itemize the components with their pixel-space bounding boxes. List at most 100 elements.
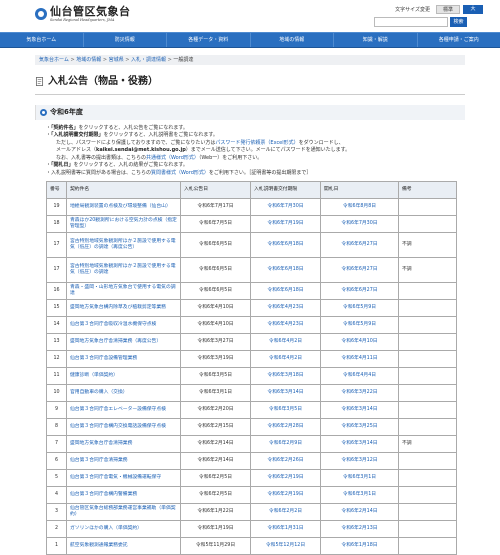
contract-name-link[interactable]: 仙台第３合同庁舎設備管理業務	[70, 356, 137, 361]
search-input[interactable]	[374, 17, 448, 27]
breadcrumb-local[interactable]: 地域の情報	[76, 57, 101, 63]
table-row: 19 地絵局観測装置の点検及び環境整備（仙台山） 令和6年7月17日 令和6年7月30…	[47, 199, 457, 216]
nav-item-local[interactable]: 地域の情報	[251, 33, 335, 47]
nav-item-knowledge[interactable]: 知識・解説	[334, 33, 418, 47]
deadline-link[interactable]: 令和6年2月9日	[269, 441, 302, 446]
contract-name-link[interactable]: 航空気象観測通報業務委託	[70, 543, 128, 548]
deadline-link[interactable]: 令和6年4月2日	[269, 356, 302, 361]
contract-name-link[interactable]: 仙台管区気象台総務部業務運営事業補助（単価契約）	[70, 506, 176, 517]
contract-name-link[interactable]: 盛岡地方気象台庁舎清掃業務（再度公告）	[70, 339, 161, 344]
announcement-date: 令和6年2月5日	[199, 492, 232, 497]
opening-date-link[interactable]: 令和6年6月27日	[341, 242, 377, 247]
nav-item-home[interactable]: 気象台ホーム	[0, 33, 84, 47]
table-header-row: 番号 契約件名 入札公告日 入札説明書交付期限 開札日 備考	[47, 182, 457, 199]
contract-name-link[interactable]: 仙台第３合同庁舎清掃業務	[70, 458, 128, 463]
font-size-large-button[interactable]: 大	[463, 5, 483, 14]
opening-date-link[interactable]: 令和6年3月25日	[341, 424, 377, 429]
deadline-link[interactable]: 令和6年1月31日	[267, 526, 303, 531]
email-address[interactable]: kaikei.sendai@met.kishou.go.jp	[96, 147, 186, 153]
table-row: 3仙台管区気象台総務部業務運営事業補助（単価契約）令和6年1月22日令和6年2月…	[47, 504, 457, 521]
instructions: ・「契約件名」をクリックすると、入札公告をご覧になれます。 ・「入札説明書交付期…	[46, 125, 460, 178]
deadline-link[interactable]: 令和6年4月2日	[269, 339, 302, 344]
table-row: 15盛岡地方気象台構内除草及び植栽剪定等業務令和6年4月10日令和6年4月23日…	[47, 300, 457, 317]
contract-name-link[interactable]: 青森・盛岡・山形地方気象台で使用する電気の調達	[70, 285, 176, 296]
deadline-link[interactable]: 令和6年2月19日	[267, 475, 303, 480]
deadline-link[interactable]: 令和6年4月23日	[267, 322, 303, 327]
opening-date-link[interactable]: 令和6年3月22日	[341, 390, 377, 395]
table-row: 5仙台第３合同庁舎電気・機械設備運転保守令和6年2月5日令和6年2月19日令和6…	[47, 470, 457, 487]
common-form-link[interactable]: 共通様式（Word形式）	[146, 155, 199, 161]
contract-name-link[interactable]: 仙台第３合同庁舎構内警備業務	[70, 492, 137, 497]
contract-name-link[interactable]: 青森ほか20観測所における空気力計の点検（指定管理型）	[70, 218, 177, 229]
deadline-link[interactable]: 令和6年3月5日	[269, 407, 302, 412]
deadline-link[interactable]: 令和6年7月30日	[267, 204, 303, 209]
contract-name-link[interactable]: 仙台第３合同庁舎構内交換電話設備保守点検	[70, 424, 166, 429]
row-number: 5	[55, 475, 58, 480]
nav-item-data[interactable]: 各種データ・資料	[167, 33, 251, 47]
table-row: 7盛岡地方気象台庁舎清掃業務令和6年2月14日令和6年2月9日令和6年3月14日…	[47, 436, 457, 453]
breadcrumb-miyagi[interactable]: 宮城県	[109, 57, 124, 63]
contract-name-link[interactable]: 宮古特別地域気象観測所ほか２施設で使用する電気（低圧）の調達	[70, 264, 176, 275]
breadcrumb-procurement[interactable]: 入札・調達情報	[131, 57, 166, 63]
opening-date-link[interactable]: 令和6年1月18日	[341, 543, 377, 548]
contract-name-link[interactable]: 宮古特別地域気象観測所ほか２施設で使用する電気（低圧）の調達（再度公告）	[70, 239, 176, 250]
row-number: 19	[53, 204, 59, 209]
opening-date-link[interactable]: 令和6年3月1日	[343, 492, 376, 497]
search-button[interactable]: 検索	[450, 17, 467, 27]
contract-name-link[interactable]: 仙台第３合同庁舎電気・機械設備運転保守	[70, 475, 161, 480]
question-form-link[interactable]: 質問書様式（Word形式）	[151, 170, 209, 176]
opening-date-link[interactable]: 令和6年5月9日	[343, 322, 376, 327]
nav-item-guide[interactable]: 各種申請・ご案内	[418, 33, 500, 47]
row-number: 17	[53, 267, 59, 272]
page-title-bar: 入札公告（物品・役務）	[35, 71, 465, 95]
nav-item-disaster[interactable]: 防災情報	[84, 33, 168, 47]
contract-name-link[interactable]: 盛岡地方気象台構内除草及び植栽剪定等業務	[70, 305, 166, 310]
contract-name-link[interactable]: 盛岡地方気象台庁舎清掃業務	[70, 441, 132, 446]
deadline-link[interactable]: 令和6年3月14日	[267, 390, 303, 395]
site-logo[interactable]: 仙台管区気象台 Sendai Regional Headquarters, JM…	[35, 6, 131, 23]
password-request-link[interactable]: パスワード発行依頼票（Excel形式）	[215, 140, 298, 146]
opening-date-link[interactable]: 令和6年6月27日	[341, 288, 377, 293]
opening-date-link[interactable]: 令和6年2月14日	[341, 509, 377, 514]
font-size-standard-button[interactable]: 標準	[436, 5, 460, 14]
row-number: 18	[53, 221, 59, 226]
contract-name-link[interactable]: 官用自動車の購入（交換）	[70, 390, 128, 395]
opening-date-link[interactable]: 令和6年3月12日	[341, 458, 377, 463]
deadline-link[interactable]: 令和6年2月26日	[267, 458, 303, 463]
opening-date-link[interactable]: 令和6年6月27日	[341, 267, 377, 272]
announcement-date: 令和6年3月27日	[197, 339, 233, 344]
contract-name-link[interactable]: 仙台第３合同庁舎吸収冷温水機保守点検	[70, 322, 156, 327]
opening-date-link[interactable]: 令和6年3月14日	[341, 441, 377, 446]
opening-date-link[interactable]: 令和6年4月11日	[341, 356, 377, 361]
contract-name-link[interactable]: 健康診断（単価契約）	[70, 373, 118, 378]
opening-date-link[interactable]: 令和6年3月14日	[341, 407, 377, 412]
deadline-link[interactable]: 令和5年12月12日	[266, 543, 305, 548]
deadline-link[interactable]: 令和6年4月23日	[267, 305, 303, 310]
deadline-link[interactable]: 令和6年2月28日	[267, 424, 303, 429]
opening-date-link[interactable]: 令和6年8月8日	[343, 204, 376, 209]
opening-date-link[interactable]: 令和6年4月4日	[343, 373, 376, 378]
contract-name-link[interactable]: ガソリンほかの購入（単価契約）	[70, 526, 142, 531]
deadline-link[interactable]: 令和6年3月18日	[267, 373, 303, 378]
opening-date-link[interactable]: 令和6年2月13日	[341, 526, 377, 531]
deadline-link[interactable]: 令和6年6月18日	[267, 242, 303, 247]
opening-date-link[interactable]: 令和6年3月1日	[343, 475, 376, 480]
deadline-link[interactable]: 令和6年7月19日	[267, 221, 303, 226]
col-header-note: 備考	[399, 182, 457, 199]
remarks: 不調	[402, 441, 412, 446]
breadcrumb: 気象台ホーム > 地域の情報 > 宮城県 > 入札・調達情報 > 一般調達	[35, 55, 465, 65]
opening-date-link[interactable]: 令和6年5月9日	[343, 305, 376, 310]
announcement-date: 令和6年7月17日	[197, 204, 233, 209]
deadline-link[interactable]: 令和6年2月19日	[267, 492, 303, 497]
opening-date-link[interactable]: 令和6年4月10日	[341, 339, 377, 344]
deadline-link[interactable]: 令和6年2月2日	[269, 509, 302, 514]
deadline-link[interactable]: 令和6年6月18日	[267, 267, 303, 272]
breadcrumb-home[interactable]: 気象台ホーム	[39, 57, 69, 63]
deadline-link[interactable]: 令和6年6月18日	[267, 288, 303, 293]
contract-name-link[interactable]: 仙台第３合同庁舎エレベーター設備保守点検	[70, 407, 166, 412]
announcement-date: 令和6年6月5日	[199, 288, 232, 293]
contract-name-link[interactable]: 地絵局観測装置の点検及び環境整備（仙台山）	[70, 204, 171, 209]
opening-date-link[interactable]: 令和6年7月30日	[341, 221, 377, 226]
announcement-date: 令和6年3月5日	[199, 373, 232, 378]
note-line: メールアドレス（kaikei.sendai@met.kishou.go.jp）ま…	[46, 147, 460, 155]
